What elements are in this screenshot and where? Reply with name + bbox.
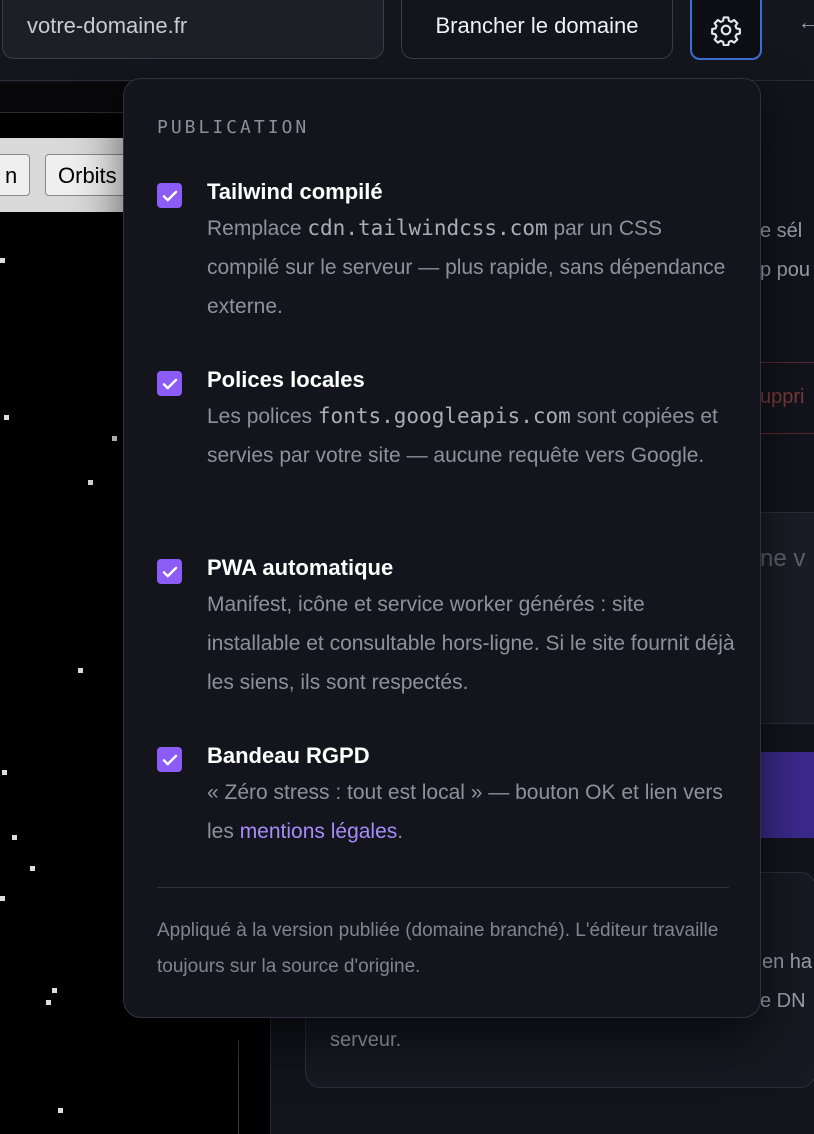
option-title: PWA automatique	[207, 555, 394, 580]
background-text: en ha	[762, 951, 813, 973]
option-description: « Zéro stress : tout est local » — bouto…	[207, 781, 723, 843]
background-text: ne v	[760, 545, 806, 572]
background-text: e sél	[760, 220, 803, 242]
option-description: Manifest, icône et service worker généré…	[207, 593, 735, 694]
settings-button[interactable]	[690, 0, 762, 60]
background-text: p pou	[760, 259, 811, 281]
check-icon	[162, 566, 177, 577]
background-text: uppri	[760, 386, 805, 408]
code-snippet: cdn.tailwindcss.com	[307, 216, 548, 240]
divider	[157, 887, 729, 888]
gear-icon	[711, 16, 741, 46]
option-description: Remplace cdn.tailwindcss.com par un CSS …	[207, 216, 726, 318]
option-title: Polices locales	[207, 367, 365, 392]
popover-title: PUBLICATION	[157, 117, 310, 138]
legal-notice-link[interactable]: mentions légales	[240, 820, 398, 843]
domain-input[interactable]: votre-domaine.fr	[2, 0, 384, 59]
option-description: Les polices fonts.googleapis.com sont co…	[207, 404, 718, 467]
local-fonts-checkbox[interactable]	[157, 371, 182, 396]
option-title: Tailwind compilé	[207, 179, 383, 204]
divider	[238, 1040, 239, 1134]
check-icon	[162, 190, 177, 201]
gdpr-checkbox[interactable]	[157, 747, 182, 772]
pwa-checkbox[interactable]	[157, 559, 182, 584]
option-title: Bandeau RGPD	[207, 743, 370, 768]
background-text: serveur.	[330, 1029, 402, 1051]
check-icon	[162, 754, 177, 765]
arrow-left-icon[interactable]: ←	[798, 12, 814, 35]
preview-button[interactable]: n	[0, 154, 30, 196]
background-text: e DN	[760, 990, 806, 1012]
top-bar: votre-domaine.fr Brancher le domaine ←	[0, 0, 814, 81]
check-icon	[162, 378, 177, 389]
tailwind-checkbox[interactable]	[157, 183, 182, 208]
code-snippet: fonts.googleapis.com	[317, 404, 571, 428]
popover-footer-note: Appliqué à la version publiée (domaine b…	[157, 920, 719, 977]
publication-popover: PUBLICATION Tailwind compilé Remplace cd…	[123, 78, 761, 1018]
connect-domain-button[interactable]: Brancher le domaine	[401, 0, 673, 59]
